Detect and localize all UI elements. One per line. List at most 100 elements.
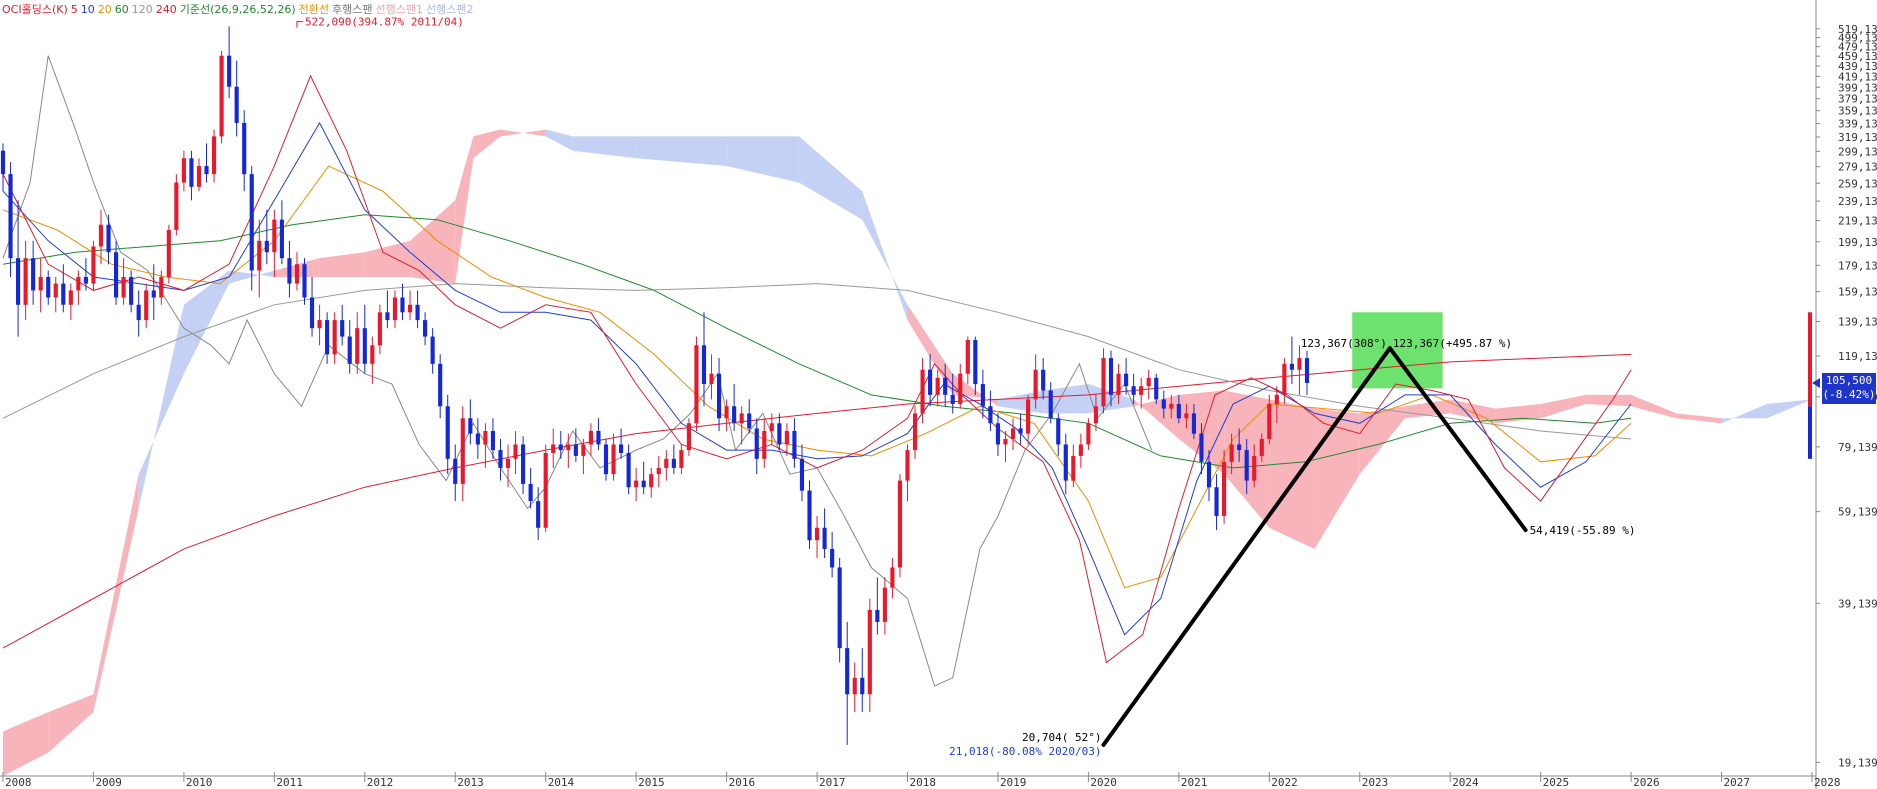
candle-body [362,328,367,364]
candle-body [332,320,337,355]
x-tick-label: 2024 [1452,776,1479,789]
candle-body [505,458,511,468]
candle-body [1026,399,1031,434]
y-tick-label: 39,139 [1838,597,1877,610]
current-price: 105,500 [1825,374,1873,387]
candle-body [68,290,73,305]
legend-stock-name[interactable]: OCI홀딩스(K) [2,3,68,16]
candle-body [83,276,88,284]
candle-body [792,431,797,459]
legend-lagging-span[interactable]: 후행스팬 [332,3,372,16]
candle-body [1184,413,1189,419]
candle-body [423,320,428,337]
candle-body [400,297,405,313]
x-tick-label: 2023 [1362,776,1389,789]
legend-ma60[interactable]: 60 [115,3,129,16]
y-tick-label: 139,139 [1838,315,1877,328]
candle-body [468,418,473,434]
candle-body [279,219,284,259]
candle-body [739,413,744,424]
x-tick-label: 2013 [457,776,484,789]
candle-body [211,136,217,175]
candle-body [1229,444,1234,462]
legend-ma120[interactable]: 120 [132,3,153,16]
candle-body [106,224,111,253]
x-tick-label: 2016 [729,776,756,789]
x-tick-label: 2017 [819,776,846,789]
candle-body [528,483,533,502]
candle-body [1063,444,1068,481]
candle-body [1131,386,1136,395]
x-tick-label: 2012 [367,776,394,789]
candle-body [656,467,661,475]
candle-body [1048,390,1053,419]
candle-body [694,345,699,424]
candle-body [905,450,910,481]
candle-body [347,336,352,364]
candle-body [1116,373,1121,395]
candle-body [1252,455,1257,481]
legend-leading-span1[interactable]: 선행스팬1 [376,3,423,16]
candle-body [611,444,616,475]
candle-body [1267,403,1272,439]
candle-body [814,527,820,541]
candle-body [370,345,375,364]
candle-body [430,336,435,364]
candle-body [1282,363,1287,395]
candle-body [988,406,993,424]
candle-body [460,418,465,484]
candle-body [536,501,541,528]
legend-ma20[interactable]: 20 [98,3,112,16]
candle-body [777,423,782,445]
x-tick-label: 2021 [1181,776,1208,789]
candle-body [38,276,43,291]
axis-range-blue [1808,406,1812,459]
candle-body [830,548,835,568]
candle-body [287,258,292,284]
candle-body [181,158,186,183]
legend-ma240[interactable]: 240 [156,3,177,16]
candle-body [23,258,28,305]
candle-body [234,86,239,123]
candle-body [860,677,865,695]
candle-body [53,283,58,298]
candle-body [309,297,315,329]
candle-body [498,450,503,468]
candle-body [551,444,556,453]
candle-body [701,345,707,385]
candle-body [671,458,676,468]
candle-body [377,312,382,346]
legend-conversion-line[interactable]: 전환선 [299,3,329,16]
candle-body [732,406,737,424]
candle-body [573,444,578,456]
x-tick-label: 2027 [1724,776,1751,789]
candle-body [1289,363,1294,370]
candle-body [686,423,691,451]
max-price-label: 522,090(394.87% 2011/04) [305,16,464,29]
x-tick-label: 2014 [548,776,575,789]
price-chart[interactable]: 522,090(394.87% 2011/04) 20,704( 52°)21,0… [0,0,1877,789]
legend-ma5[interactable]: 5 [71,3,78,16]
candle-body [943,377,948,395]
trough-label: 54,419(-55.89 %) [1530,524,1636,537]
candle-body [1222,461,1227,516]
candle-body [294,264,300,284]
candle-body [716,373,722,419]
y-tick-label: 359,139 [1838,105,1877,118]
candle-body [1199,433,1204,462]
candle-body [392,297,398,321]
legend-ma10[interactable]: 10 [81,3,95,16]
legend-leading-span2[interactable]: 선행스팬2 [426,3,473,16]
candle-body [754,428,759,459]
candle-body [1056,418,1061,445]
candle-body [558,444,563,451]
y-tick-label: 19,139 [1838,756,1877,769]
candle-body [1146,377,1151,387]
candle-body [227,55,232,87]
candle-body [325,320,330,355]
candle-body [882,587,887,622]
candle-body [31,258,36,291]
candle-body [973,340,978,385]
legend-base-line[interactable]: 기준선(26,9,26,52,26) [180,3,296,16]
candle-body [897,480,903,568]
